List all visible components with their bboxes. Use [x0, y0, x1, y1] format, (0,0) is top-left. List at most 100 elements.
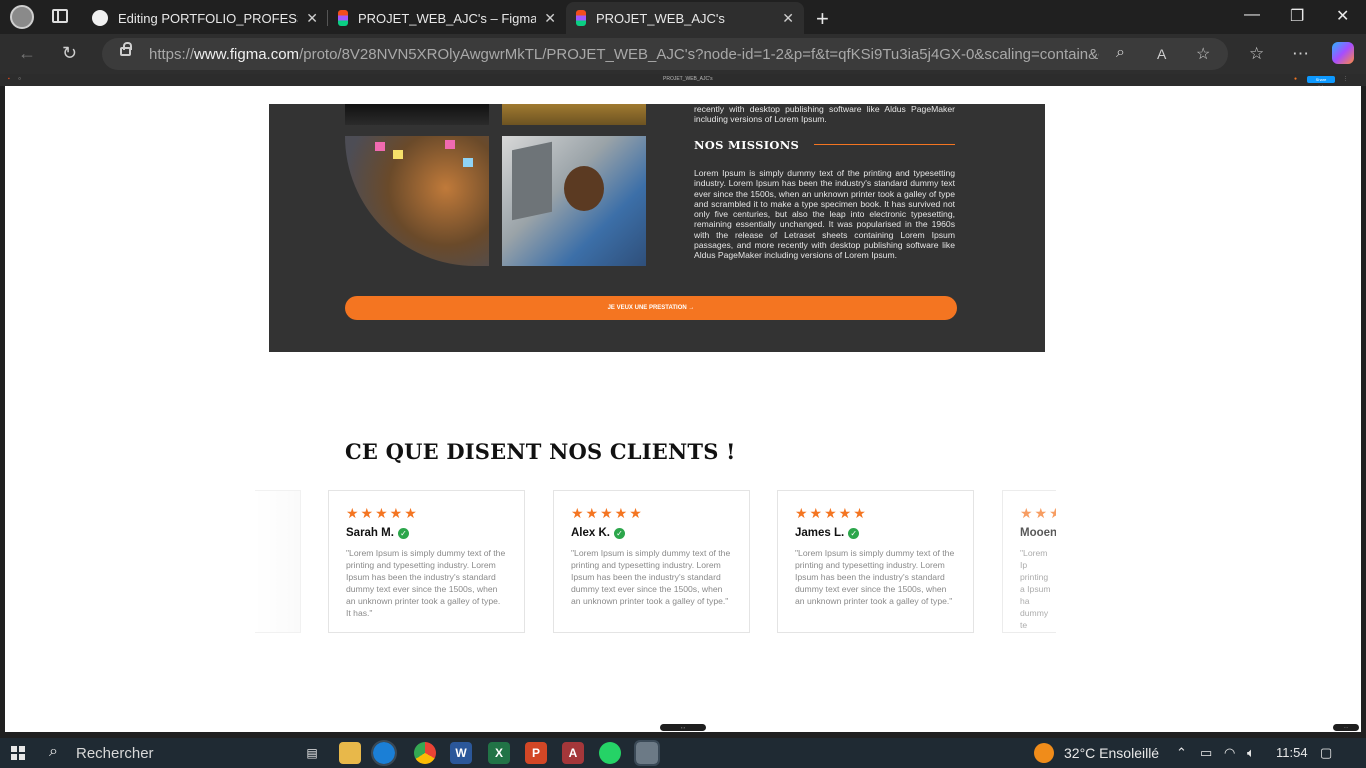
whatsapp-icon[interactable] — [599, 742, 621, 764]
monitor-shape — [512, 141, 552, 221]
figma-icon — [576, 10, 586, 26]
remote-desktop-icon[interactable] — [634, 740, 660, 766]
client-name: Sarah M. — [346, 527, 394, 539]
close-tab-icon[interactable]: ✕ — [306, 10, 318, 27]
file-explorer-icon[interactable] — [339, 742, 361, 764]
testimonial-card-partial — [255, 490, 301, 633]
search-icon[interactable]: ⌕ — [49, 743, 58, 761]
prototype-navigation-pill[interactable]: ‹ › — [660, 724, 706, 731]
rating-stars: ★★★★★ — [571, 505, 644, 521]
tab-title: PROJET_WEB_AJC's – Figma — [358, 10, 537, 26]
testimonial-card: ★★★★★ James L. ✓ "Lorem Ipsum is simply … — [777, 490, 974, 633]
figma-icon — [338, 10, 348, 26]
zoom-icon[interactable]: ⌕ — [1116, 44, 1125, 62]
missions-heading: NOS MISSIONS — [694, 138, 800, 152]
favorite-star-icon[interactable]: ☆ — [1196, 44, 1210, 64]
tab-actions-icon[interactable] — [52, 9, 68, 23]
taskbar-search[interactable]: Rechercher — [76, 745, 154, 762]
person-shape — [564, 166, 604, 211]
sticky-note-shape — [445, 140, 455, 149]
intro-text: recently with desktop publishing softwar… — [694, 104, 955, 125]
search-icon[interactable]: ○ — [18, 76, 21, 82]
minimize-icon[interactable]: — — [1244, 6, 1260, 24]
access-icon[interactable]: A — [562, 742, 584, 764]
testimonial-text: "Lorem Ipsum is simply dummy text of the… — [346, 548, 506, 618]
chrome-icon[interactable] — [414, 742, 436, 764]
verified-check-icon: ✓ — [614, 527, 625, 539]
testimonial-card: ★★★ Mooen "Lorem Ip printing a Ipsum ha … — [1002, 490, 1056, 633]
url-text[interactable]: https://www.figma.com/proto/8V28NVN5XROl… — [149, 46, 1099, 63]
rating-stars: ★★★★★ — [795, 505, 868, 521]
github-icon — [92, 10, 108, 26]
verified-check-icon: ✓ — [397, 527, 409, 539]
word-icon[interactable]: W — [450, 742, 472, 764]
restore-icon[interactable]: ❐ — [1290, 6, 1304, 26]
weather-text[interactable]: 32°C Ensoleillé — [1064, 745, 1159, 761]
powerpoint-icon[interactable]: P — [525, 742, 547, 764]
testimonials-heading: CE QUE DISENT NOS CLIENTS ! — [345, 439, 736, 464]
browser-tab-bar: Editing PORTFOLIO_PROFESSIONNEL ✕ PROJET… — [0, 0, 1366, 34]
new-tab-icon[interactable]: + — [816, 6, 829, 32]
tab-github[interactable]: Editing PORTFOLIO_PROFESSIONNEL ✕ — [82, 2, 328, 34]
testimonial-text: "Lorem Ip printing a Ipsum ha dummy te u… — [1020, 548, 1054, 633]
sticky-note-shape — [393, 150, 403, 159]
figma-prototype-toolbar: ▪ ○ PROJET_WEB_AJC's ● Share prototype ⋮ — [0, 74, 1366, 89]
team-photo-1 — [345, 104, 489, 125]
testimonial-card-partial: ★★★ Mooen "Lorem Ip printing a Ipsum ha … — [1002, 490, 1056, 633]
close-tab-icon[interactable]: ✕ — [544, 10, 556, 27]
client-name: James L. — [795, 527, 845, 539]
excel-icon[interactable]: X — [488, 742, 510, 764]
team-photo-3 — [345, 136, 489, 266]
wifi-icon[interactable]: ◠ — [1224, 745, 1235, 761]
edge-icon[interactable] — [371, 740, 397, 766]
more-menu-icon[interactable]: ⋯ — [1292, 44, 1309, 64]
reload-icon[interactable]: ↻ — [62, 43, 77, 64]
testimonial-card: ★★★★★ Sarah M. ✓ "Lorem Ipsum is simply … — [328, 490, 525, 633]
rating-stars: ★★★★★ — [346, 505, 419, 521]
back-icon[interactable]: ← — [18, 43, 36, 64]
notifications-icon[interactable]: ▢ — [1320, 745, 1332, 761]
read-aloud-icon[interactable]: A — [1157, 46, 1166, 62]
window-close-icon[interactable]: ✕ — [1336, 6, 1349, 26]
verified-check-icon: ✓ — [848, 527, 860, 539]
user-avatar-icon[interactable]: ● — [1294, 76, 1297, 82]
volume-icon[interactable]: 🔈︎ — [1247, 745, 1255, 761]
prototype-options-pill[interactable]: ⋯ — [1333, 724, 1359, 731]
heading-divider — [814, 144, 955, 145]
tab-figma-editor[interactable]: PROJET_WEB_AJC's – Figma ✕ — [328, 2, 566, 34]
chevron-up-icon[interactable]: ⌃ — [1176, 745, 1187, 761]
close-tab-icon[interactable]: ✕ — [782, 10, 794, 27]
favorites-icon[interactable]: ☆ — [1249, 44, 1264, 64]
testimonial-text: "Lorem Ipsum is simply dummy text of the… — [795, 548, 955, 606]
address-bar-row: ← ↻ https://www.figma.com/proto/8V28NVN5… — [0, 34, 1366, 74]
prototype-viewport: recently with desktop publishing softwar… — [5, 86, 1361, 732]
testimonial-card: ★★★★★ Alex K. ✓ "Lorem Ipsum is simply d… — [553, 490, 750, 633]
request-service-button[interactable]: JE VEUX UNE PRESTATION → — [345, 296, 957, 320]
sticky-note-shape — [375, 142, 385, 151]
address-bar[interactable]: https://www.figma.com/proto/8V28NVN5XROl… — [102, 38, 1228, 70]
clock[interactable]: 11:54 — [1276, 745, 1308, 760]
windows-start-icon[interactable] — [11, 746, 25, 760]
missions-text: Lorem Ipsum is simply dummy text of the … — [694, 168, 955, 261]
lock-icon[interactable] — [120, 42, 132, 56]
task-view-icon[interactable]: ▤ — [301, 742, 323, 764]
tab-figma-prototype[interactable]: PROJET_WEB_AJC's ✕ — [566, 2, 804, 34]
windows-taskbar: ⌕ Rechercher ▤ W X P A 32°C Ensoleillé ⌃… — [0, 738, 1366, 768]
testimonial-text: "Lorem Ipsum is simply dummy text of the… — [571, 548, 731, 606]
tab-title: Editing PORTFOLIO_PROFESSIONNEL — [118, 10, 298, 26]
figma-menu-icon[interactable]: ▪ — [8, 76, 10, 82]
profile-avatar[interactable] — [10, 5, 34, 29]
sticky-note-shape — [463, 158, 473, 167]
weather-sun-icon[interactable] — [1034, 743, 1054, 763]
rating-stars: ★★★ — [1020, 505, 1056, 521]
missions-section: recently with desktop publishing softwar… — [269, 104, 1045, 352]
prototype-options-icon[interactable]: ⋮ — [1343, 76, 1348, 82]
team-photo-4 — [502, 136, 646, 266]
copilot-icon[interactable] — [1332, 42, 1354, 64]
client-name: Mooen — [1020, 527, 1056, 539]
tab-title: PROJET_WEB_AJC's — [596, 10, 725, 26]
battery-icon[interactable]: ▭ — [1200, 745, 1212, 761]
client-name: Alex K. — [571, 527, 610, 539]
figma-file-name[interactable]: PROJET_WEB_AJC's — [663, 76, 713, 82]
share-prototype-button[interactable]: Share prototype — [1307, 76, 1335, 89]
